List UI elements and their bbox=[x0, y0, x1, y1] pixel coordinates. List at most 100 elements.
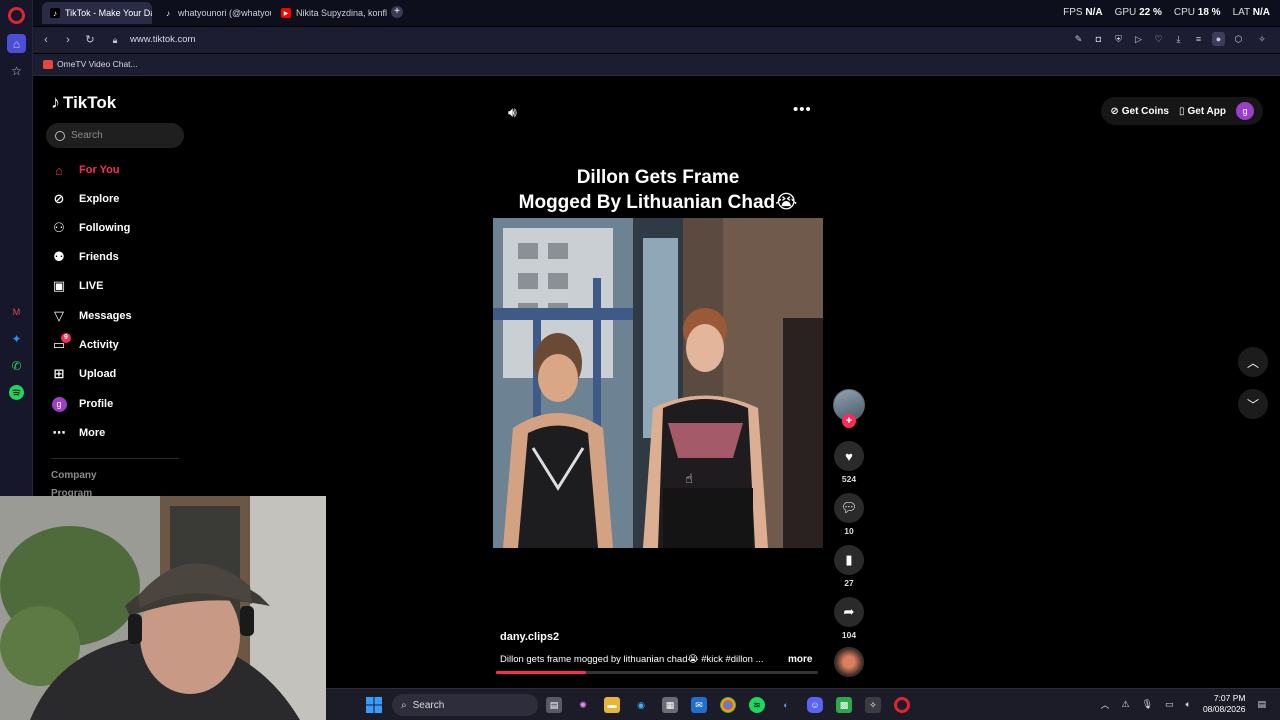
steam-icon[interactable]: ◐ bbox=[778, 697, 794, 713]
edge-icon[interactable]: ◉ bbox=[633, 697, 649, 713]
store-icon[interactable]: ▦ bbox=[662, 697, 678, 713]
sidebar-item-messages[interactable]: ▽ Messages bbox=[51, 305, 132, 327]
lat-value: N/A bbox=[1252, 7, 1270, 18]
extensions-icon[interactable]: ⬡ bbox=[1232, 32, 1245, 46]
monitor-icon[interactable]: ▭ bbox=[1165, 699, 1174, 710]
header-avatar[interactable]: g bbox=[1236, 102, 1254, 120]
get-coins-button[interactable]: ⊘ Get Coins bbox=[1110, 106, 1169, 117]
sidebar-item-friends[interactable]: ⚉ Friends bbox=[51, 246, 119, 268]
whatsapp-icon[interactable]: ✆ bbox=[7, 356, 26, 375]
edit-icon[interactable]: ✎ bbox=[1072, 32, 1085, 46]
footer-link-company[interactable]: Company bbox=[51, 470, 97, 481]
sidebar-item-following[interactable]: ⚇ Following bbox=[51, 217, 130, 239]
sidebar-item-label: Friends bbox=[79, 251, 119, 263]
heart-icon[interactable]: ♥ bbox=[834, 441, 864, 471]
video-player[interactable] bbox=[493, 218, 823, 548]
messenger-icon[interactable]: ✦ bbox=[7, 329, 26, 348]
task-view-icon[interactable]: ▤ bbox=[546, 697, 562, 713]
like-action[interactable]: ♥ 524 bbox=[834, 441, 864, 484]
app-icon-2[interactable]: ✧ bbox=[865, 697, 881, 713]
tab-whatyounori[interactable]: ♪ whatyounori (@whatyoun bbox=[155, 2, 271, 24]
gmail-icon[interactable]: M bbox=[7, 302, 26, 321]
lock-icon[interactable]: 🔒︎ bbox=[108, 33, 122, 47]
play-icon[interactable]: ▷ bbox=[1132, 32, 1145, 46]
spotify-icon[interactable] bbox=[7, 383, 26, 402]
profile-icon[interactable]: ● bbox=[1212, 32, 1225, 46]
video-description: Dillon gets frame mogged by lithuanian c… bbox=[500, 654, 764, 665]
save-action[interactable]: ▮ 27 bbox=[834, 545, 864, 588]
download-icon[interactable]: ⤓ bbox=[1172, 32, 1185, 46]
taskbar-search-label: Search bbox=[412, 699, 445, 711]
sidebar-item-for-you[interactable]: ⌂ For You bbox=[51, 159, 119, 181]
spotify-glyph bbox=[9, 385, 24, 400]
get-app-button[interactable]: ▯ Get App bbox=[1179, 106, 1226, 117]
follow-plus-icon[interactable]: + bbox=[842, 414, 856, 428]
sidebar-item-more[interactable]: ⋯ More bbox=[51, 422, 106, 444]
clock[interactable]: 7:07 PM 08/08/2026 bbox=[1203, 693, 1246, 715]
profile-avatar: g bbox=[51, 396, 67, 412]
sidebar-item-explore[interactable]: ⊘ Explore bbox=[51, 188, 120, 210]
tiktok-logo[interactable]: ♪ TikTok bbox=[51, 92, 116, 113]
opera-logo-icon[interactable] bbox=[8, 7, 25, 24]
back-icon[interactable]: ‹ bbox=[39, 33, 53, 47]
coin-icon: ⊘ bbox=[1110, 105, 1119, 117]
camera-icon[interactable]: ◘ bbox=[1092, 32, 1105, 46]
bookmarks-bar: OmeTV Video Chat... bbox=[33, 54, 1280, 76]
more-link[interactable]: more bbox=[788, 654, 812, 665]
file-explorer-icon[interactable]: ▬ bbox=[604, 697, 620, 713]
next-video-button[interactable]: ﹀ bbox=[1238, 389, 1268, 419]
bookmark-icon[interactable]: ▮ bbox=[834, 545, 864, 575]
search-icon: ⌕ bbox=[401, 699, 407, 711]
system-tray: ︿ ⚠ 🎙︎ ▭ 🔈︎ 7:07 PM 08/08/2026 ▤ bbox=[1100, 693, 1266, 715]
taskbar-search[interactable]: ⌕ Search bbox=[392, 694, 538, 716]
sidebar-item-activity[interactable]: ▭ 9 Activity bbox=[51, 333, 119, 356]
chrome-icon[interactable] bbox=[720, 697, 736, 713]
tab-tiktok[interactable]: ♪ TikTok - Make Your Day bbox=[42, 2, 152, 24]
search-input[interactable]: Search bbox=[46, 123, 184, 148]
spotify-icon[interactable]: ≋ bbox=[749, 697, 765, 713]
sidebar-item-profile[interactable]: g Profile bbox=[51, 393, 113, 415]
url-field[interactable]: www.tiktok.com bbox=[130, 34, 195, 45]
app-icon[interactable]: ▩ bbox=[836, 697, 852, 713]
music-disc-icon[interactable] bbox=[834, 647, 864, 677]
video-progress-bar[interactable] bbox=[496, 671, 818, 674]
share-icon[interactable]: ➦ bbox=[834, 597, 864, 627]
messages-icon: ▽ bbox=[54, 308, 64, 323]
sidebar-item-live[interactable]: ▣ LIVE bbox=[51, 275, 104, 297]
speaker-icon[interactable]: 🔈︎ bbox=[1186, 699, 1191, 710]
sidebar-item-upload[interactable]: ⊞ Upload bbox=[51, 363, 117, 385]
volume-icon[interactable]: 🔊︎ bbox=[508, 104, 517, 121]
discord-icon[interactable]: ☺ bbox=[807, 697, 823, 713]
share-action[interactable]: ➦ 104 bbox=[834, 597, 864, 640]
chevron-up-icon[interactable]: ︿ bbox=[1100, 698, 1109, 711]
forward-icon[interactable]: › bbox=[61, 33, 75, 47]
reload-icon[interactable]: ↻ bbox=[83, 33, 97, 47]
previous-video-button[interactable]: ︿ bbox=[1238, 347, 1268, 377]
heart-icon[interactable]: ♡ bbox=[1152, 32, 1165, 46]
outlook-icon[interactable]: ✉ bbox=[691, 697, 707, 713]
comment-action[interactable]: 💬︎ 10 bbox=[834, 493, 864, 536]
get-app-label: Get App bbox=[1187, 105, 1226, 117]
windows-start-icon[interactable] bbox=[366, 697, 382, 713]
copilot-icon[interactable]: ✺ bbox=[575, 697, 591, 713]
fps-readout: FPS N/A bbox=[1063, 7, 1102, 18]
microphone-icon[interactable]: 🎙︎ bbox=[1142, 699, 1153, 710]
more-options-icon[interactable]: ••• bbox=[793, 101, 812, 118]
shield-icon[interactable]: ⛨ bbox=[1112, 32, 1125, 46]
menu-icon[interactable]: ≡ bbox=[1192, 32, 1205, 46]
notification-icon[interactable]: ▤ bbox=[1257, 699, 1266, 710]
tab-title: whatyounori (@whatyoun bbox=[178, 8, 271, 18]
home-icon[interactable]: ⌂ bbox=[7, 34, 26, 53]
compass-icon: ⊘ bbox=[53, 191, 65, 206]
share-count: 104 bbox=[841, 630, 857, 640]
tab-youtube[interactable]: ▶ Nikita Supyzdina, konflikt bbox=[273, 2, 387, 24]
aria-icon[interactable]: ✧ bbox=[1252, 32, 1272, 46]
new-tab-button[interactable]: + bbox=[391, 6, 403, 18]
bookmark-ometv[interactable]: OmeTV Video Chat... bbox=[43, 59, 138, 69]
opera-gx-icon[interactable] bbox=[894, 697, 910, 713]
video-author[interactable]: dany.clips2 bbox=[500, 631, 559, 643]
comment-icon[interactable]: 💬︎ bbox=[834, 493, 864, 523]
lat-readout: LAT N/A bbox=[1233, 7, 1270, 18]
star-icon[interactable]: ☆ bbox=[7, 61, 26, 80]
tray-app-icon[interactable]: ⚠ bbox=[1122, 699, 1130, 710]
